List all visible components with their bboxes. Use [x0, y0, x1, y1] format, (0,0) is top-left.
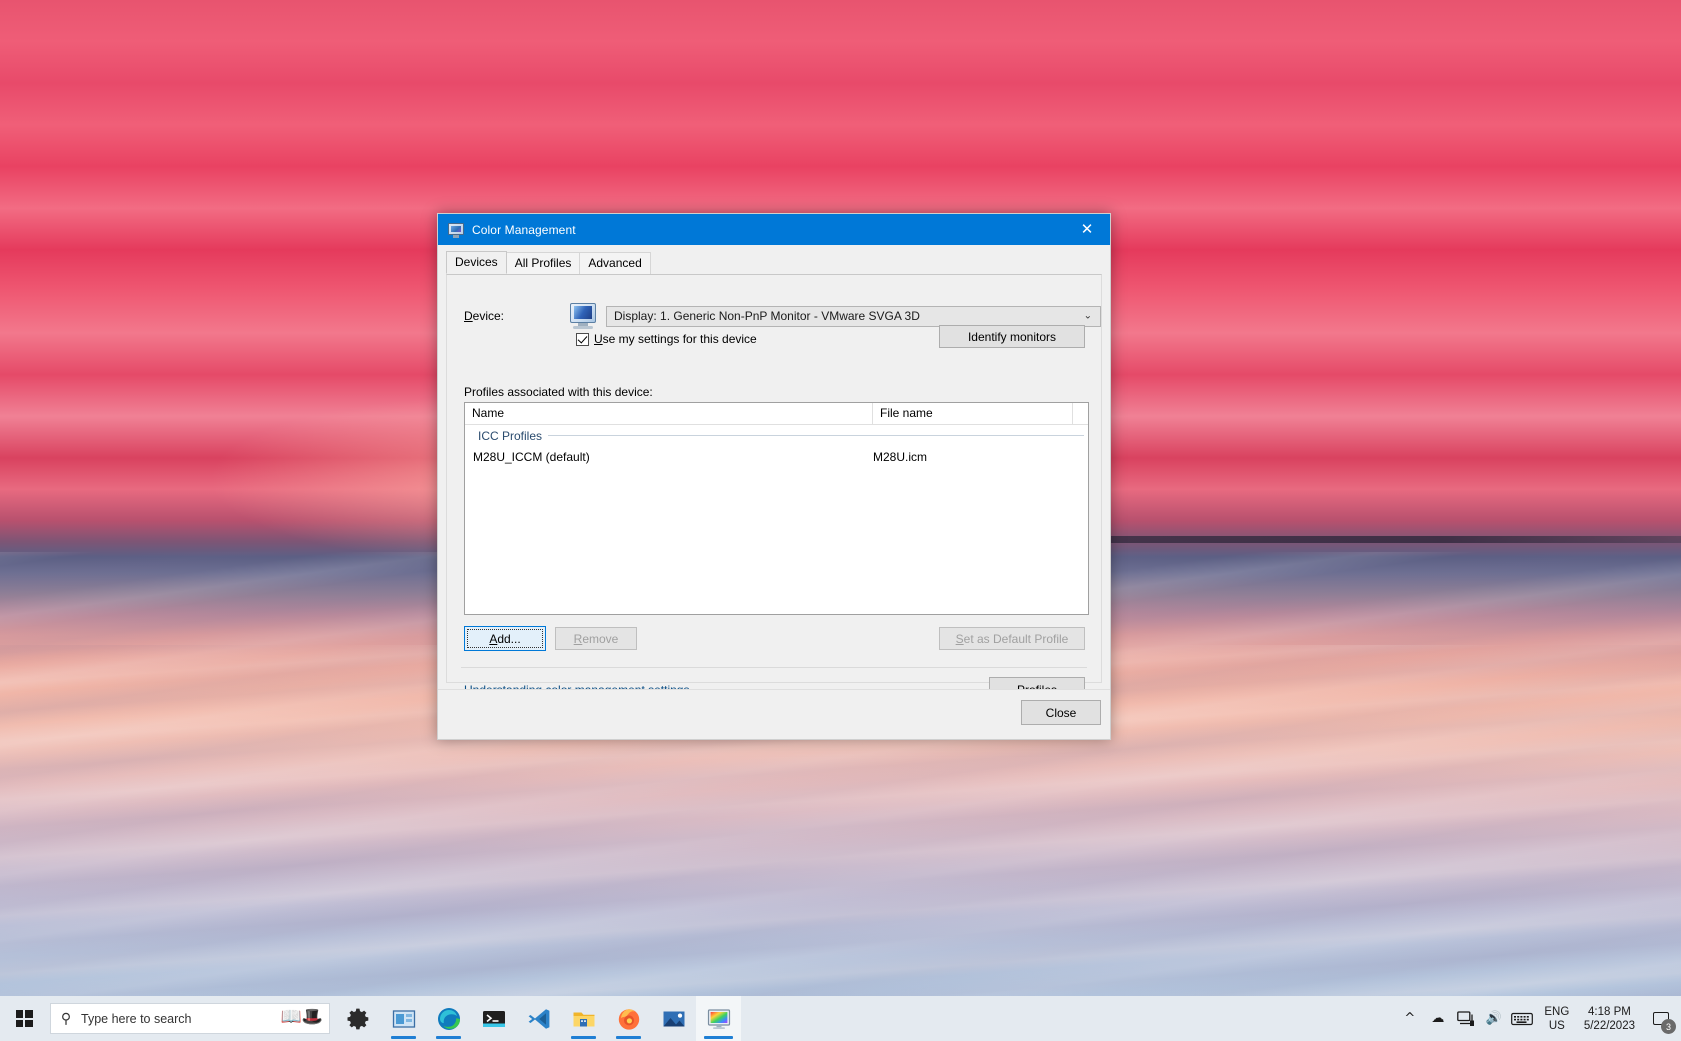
chevron-down-icon: ⌄ — [1084, 311, 1092, 322]
remove-button[interactable]: Remove — [555, 627, 637, 650]
taskbar-item-settings[interactable] — [336, 996, 381, 1041]
profiles-section-label: Profiles associated with this device: — [464, 385, 653, 399]
identify-monitors-label: Identify monitors — [968, 330, 1056, 344]
language-line-2: US — [1538, 1019, 1576, 1033]
visual-studio-code-icon — [526, 1006, 552, 1032]
firefox-icon — [616, 1006, 642, 1032]
task-view-icon — [391, 1006, 417, 1032]
clock[interactable]: 4:18 PM 5/22/2023 — [1578, 1005, 1645, 1033]
profile-file-name: M28U.icm — [873, 450, 927, 464]
set-as-default-profile-button[interactable]: Set as Default Profile — [939, 627, 1085, 650]
dialog-bottom-bar: Close — [438, 689, 1110, 739]
taskbar-item-microsoft-edge[interactable] — [426, 996, 471, 1041]
taskbar-app-buttons — [336, 996, 741, 1041]
search-placeholder: Type here to search — [81, 1012, 191, 1026]
tab-advanced[interactable]: Advanced — [579, 252, 650, 274]
close-icon[interactable]: ✕ — [1064, 214, 1110, 245]
table-row[interactable]: M28U_ICCM (default) M28U.icm — [465, 446, 1088, 467]
search-icon: ⚲ — [51, 1011, 81, 1027]
windows-logo-icon — [16, 1010, 33, 1027]
color-management-icon — [706, 1006, 732, 1032]
keyboard-icon-glyph — [1511, 1012, 1533, 1026]
notification-count: 3 — [1661, 1019, 1676, 1034]
photos-icon — [661, 1006, 687, 1032]
network-icon[interactable] — [1452, 996, 1480, 1041]
profiles-group-header: ICC Profiles — [465, 425, 1088, 446]
group-divider-line — [548, 435, 1084, 436]
language-indicator[interactable]: ENG US — [1536, 1005, 1578, 1033]
device-dropdown[interactable]: Display: 1. Generic Non-PnP Monitor - VM… — [606, 306, 1101, 327]
identify-monitors-button[interactable]: Identify monitors — [939, 325, 1085, 348]
language-line-1: ENG — [1538, 1005, 1576, 1019]
monitor-color-icon — [448, 222, 464, 238]
chevron-up-icon[interactable]: ^ — [1396, 996, 1424, 1041]
speaker-icon[interactable]: 🔊 — [1480, 996, 1508, 1041]
profile-name: M28U_ICCM (default) — [473, 450, 873, 464]
profiles-list[interactable]: Name File name ICC Profiles M28U_ICCM (d… — [464, 402, 1089, 615]
taskbar-item-visual-studio-code[interactable] — [516, 996, 561, 1041]
search-input[interactable]: ⚲ Type here to search 📖🎩 — [50, 1003, 330, 1034]
clock-date: 5/22/2023 — [1584, 1019, 1635, 1033]
close-button-label: Close — [1046, 706, 1077, 720]
profiles-list-header: Name File name — [465, 403, 1088, 425]
use-my-settings-label: Use my settings for this device — [594, 332, 757, 346]
dialog-title: Color Management — [472, 223, 576, 237]
notification-icon[interactable]: 3 — [1645, 996, 1677, 1041]
keyboard-icon[interactable] — [1508, 996, 1536, 1041]
column-header-file-name[interactable]: File name — [873, 403, 1073, 424]
monitor-icon — [568, 303, 598, 329]
file-explorer-icon — [571, 1006, 597, 1032]
taskbar-item-task-view[interactable] — [381, 996, 426, 1041]
windows-terminal-icon — [481, 1006, 507, 1032]
set-as-default-profile-label: Set as Default Profile — [956, 632, 1069, 646]
taskbar-item-photos[interactable] — [651, 996, 696, 1041]
use-my-settings-checkbox[interactable] — [576, 333, 589, 346]
color-management-dialog: Color Management ✕ Devices All Profiles … — [437, 213, 1111, 740]
microsoft-edge-icon — [436, 1006, 462, 1032]
focus-ring — [467, 629, 543, 648]
books-and-hat-icon[interactable]: 📖🎩 — [281, 1007, 323, 1027]
tab-all-profiles[interactable]: All Profiles — [506, 252, 581, 274]
column-header-name[interactable]: Name — [465, 403, 873, 424]
taskbar-item-windows-terminal[interactable] — [471, 996, 516, 1041]
close-button[interactable]: Close — [1021, 700, 1101, 725]
taskbar-item-color-management[interactable] — [696, 996, 741, 1041]
settings-gear-icon — [346, 1006, 372, 1032]
system-tray: ^ ☁ 🔊 — [1396, 996, 1681, 1041]
section-divider — [461, 667, 1087, 668]
devices-tab-panel: Device: Display: 1. Generic Non-PnP Moni… — [446, 274, 1102, 683]
network-icon-glyph — [1457, 1011, 1475, 1027]
taskbar-item-file-explorer[interactable] — [561, 996, 606, 1041]
use-my-settings-checkbox-row[interactable]: Use my settings for this device — [576, 332, 757, 346]
clock-time: 4:18 PM — [1584, 1005, 1635, 1019]
device-selected-value: Display: 1. Generic Non-PnP Monitor - VM… — [614, 309, 920, 323]
taskbar-item-firefox[interactable] — [606, 996, 651, 1041]
tab-strip: Devices All Profiles Advanced — [446, 252, 1110, 274]
cloud-icon[interactable]: ☁ — [1424, 996, 1452, 1041]
remove-button-label: Remove — [574, 632, 619, 646]
add-button[interactable]: Add... — [464, 626, 546, 651]
profiles-group-label: ICC Profiles — [478, 429, 548, 443]
dialog-titlebar[interactable]: Color Management ✕ — [438, 214, 1110, 245]
tab-devices[interactable]: Devices — [446, 251, 507, 274]
device-label: Device: — [464, 309, 568, 323]
start-button[interactable] — [0, 996, 48, 1041]
taskbar: ⚲ Type here to search 📖🎩 — [0, 996, 1681, 1041]
